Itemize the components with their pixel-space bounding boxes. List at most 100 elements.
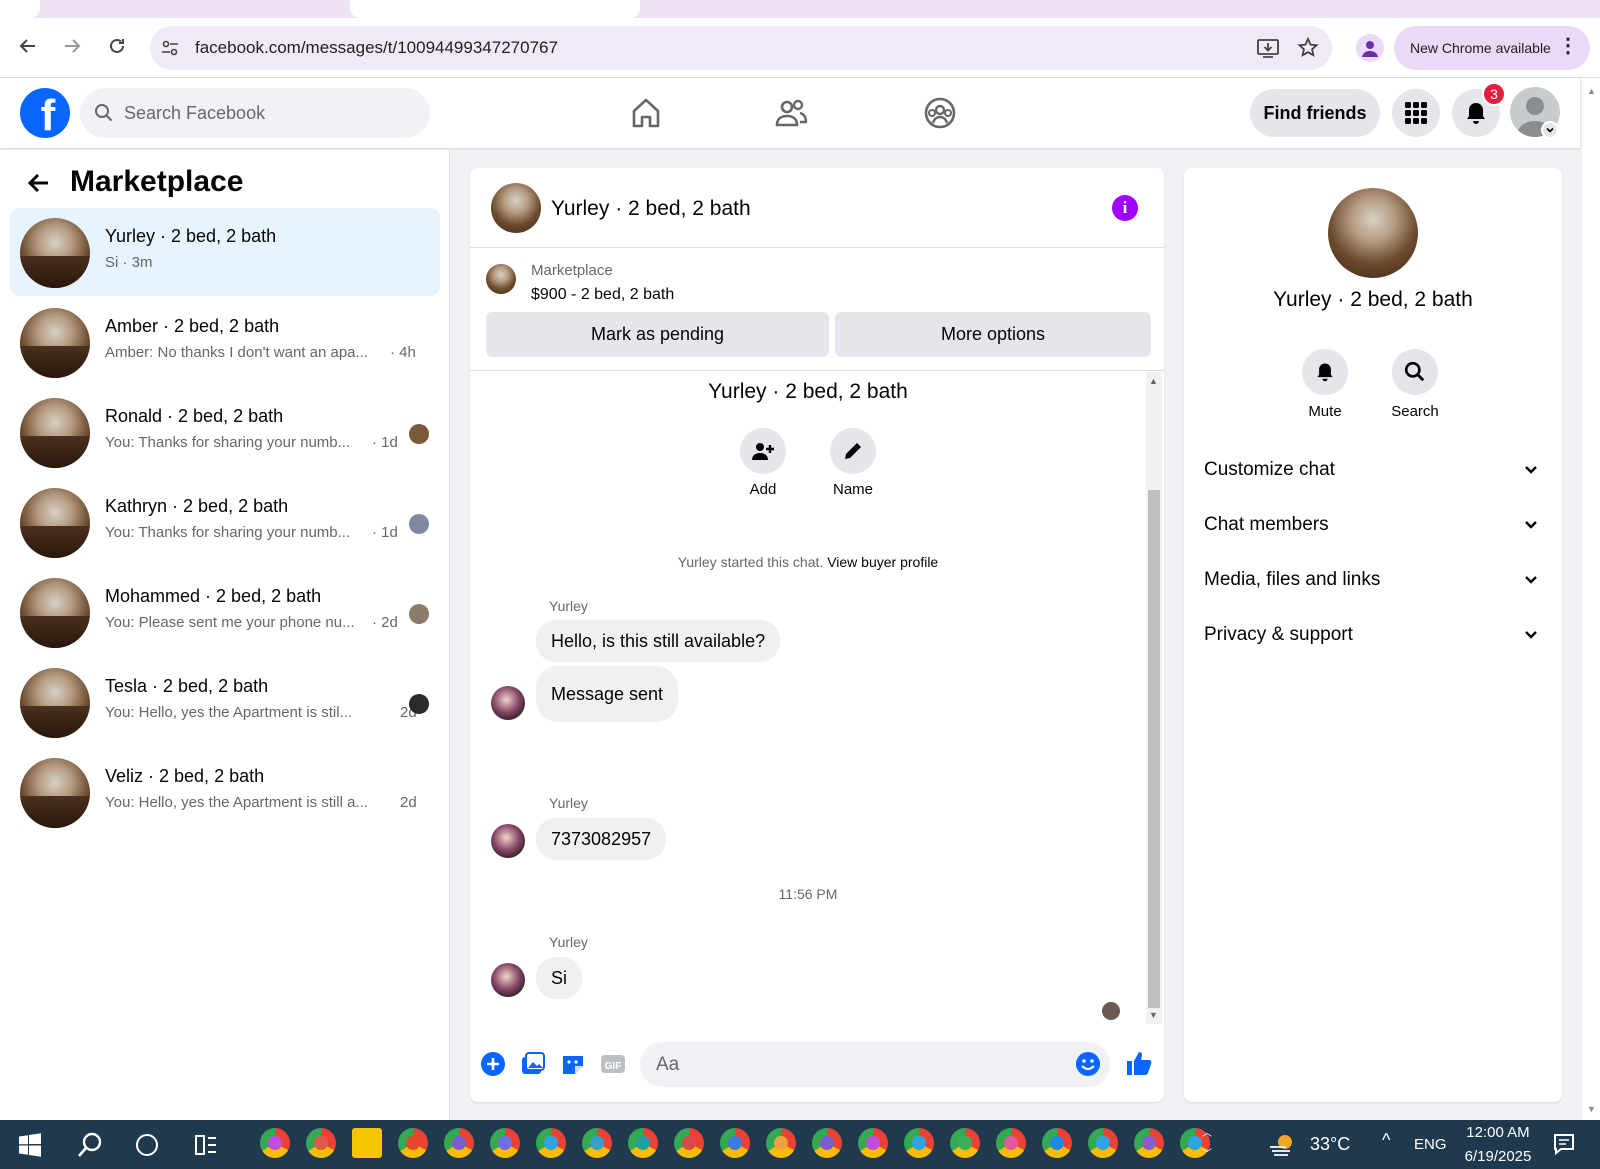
bookmark-star-icon[interactable] [1296,36,1320,65]
back-button[interactable] [10,28,46,64]
plus-icon[interactable] [479,1050,507,1078]
conversation-item[interactable]: Kathryn · 2 bed, 2 bath You: Thanks for s… [10,478,440,566]
taskbar-app-icon[interactable] [1042,1128,1072,1158]
sticker-icon[interactable] [559,1050,587,1078]
more-options-button[interactable]: More options [835,312,1151,357]
mute-button[interactable] [1302,349,1348,395]
facebook-logo[interactable]: f [20,88,70,138]
back-arrow-icon[interactable] [26,170,52,201]
info-icon[interactable]: i [1112,195,1138,221]
taskbar-app-icon[interactable] [1088,1128,1118,1158]
scroll-up-icon[interactable]: ▲ [1587,86,1596,96]
conversation-item[interactable]: Mohammed · 2 bed, 2 bath You: Please sent… [10,568,440,656]
profile-icon[interactable] [1356,34,1384,62]
listing-thumbnail[interactable] [486,264,516,294]
arrow-left-icon [19,39,35,53]
conversation-item[interactable]: Ronald · 2 bed, 2 bath You: Thanks for sh… [10,388,440,476]
media-files-links-section[interactable]: Media, files and links [1204,565,1540,595]
sender-avatar[interactable] [491,824,525,858]
photo-icon[interactable] [519,1050,547,1078]
clock-date[interactable]: 6/19/2025 [1458,1148,1538,1165]
taskbar-app-icon[interactable] [260,1128,290,1158]
taskbar-app-icon[interactable] [766,1128,796,1158]
conversation-item[interactable]: Tesla · 2 bed, 2 bath You: Hello, yes the… [10,658,440,746]
listing-price[interactable]: $900 - 2 bed, 2 bath [531,286,674,304]
message-bubble[interactable]: Hello, is this still available? [536,620,781,662]
language-indicator[interactable]: ENG [1414,1136,1447,1153]
privacy-support-section[interactable]: Privacy & support [1204,620,1540,650]
taskbar-app-icon[interactable] [628,1128,658,1158]
taskbar-app-icon[interactable] [306,1128,336,1158]
cortana-icon[interactable] [136,1134,158,1156]
message-bubble[interactable]: Si [536,957,583,999]
chat-scroll-up-icon[interactable]: ▲ [1149,376,1158,386]
message-input[interactable]: Aa [640,1042,1110,1087]
scroll-down-icon[interactable]: ▼ [1587,1104,1596,1114]
taskbar-app-icon[interactable] [444,1128,474,1158]
sender-avatar[interactable] [491,686,525,720]
new-chrome-available-button[interactable]: New Chrome available ⋮ [1394,26,1590,70]
chat-scrollbar-thumb[interactable] [1148,490,1160,1008]
gif-icon[interactable]: GIF [599,1050,627,1078]
taskbar-app-icon[interactable] [858,1128,888,1158]
chat-members-section[interactable]: Chat members [1204,510,1540,540]
taskbar-app-icon[interactable] [352,1128,382,1158]
thread-name: Yurley · 2 bed, 2 bath [708,380,908,403]
chat-title[interactable]: Yurley · 2 bed, 2 bath [551,197,751,221]
thumbs-up-icon[interactable] [1124,1048,1152,1076]
menu-grid-button[interactable] [1392,89,1440,137]
weather-icon[interactable] [1268,1132,1298,1163]
tab-previous[interactable] [0,0,40,18]
action-center-icon[interactable] [1552,1132,1576,1161]
taskbar-search-icon[interactable] [76,1131,104,1164]
taskbar-scroll-up-icon[interactable]: ︿ [1202,1124,1212,1139]
account-chevron-icon[interactable] [1541,121,1559,139]
facebook-search-input[interactable]: Search Facebook [80,88,430,138]
friends-icon[interactable] [771,93,811,133]
taskbar-app-icon[interactable] [950,1128,980,1158]
taskbar-app-icon[interactable] [398,1128,428,1158]
find-friends-button[interactable]: Find friends [1250,89,1380,137]
chat-avatar[interactable] [491,183,541,233]
conversation-item[interactable]: Amber · 2 bed, 2 bath Amber: No thanks I … [10,298,440,386]
taskbar-scroll-down-icon[interactable]: ﹀ [1202,1145,1212,1160]
taskbar-app-icon[interactable] [904,1128,934,1158]
search-in-chat-button[interactable] [1392,349,1438,395]
forward-button[interactable] [54,28,90,64]
taskbar-app-icon[interactable] [490,1128,520,1158]
chat-scroll-down-icon[interactable]: ▼ [1149,1010,1158,1020]
groups-icon[interactable] [920,93,960,133]
conversation-item[interactable]: Veliz · 2 bed, 2 bath You: Hello, yes the… [10,748,440,836]
customize-chat-section[interactable]: Customize chat [1204,455,1540,485]
task-view-icon[interactable] [194,1133,218,1162]
emoji-icon[interactable] [1074,1050,1102,1078]
home-icon[interactable] [626,93,666,133]
message-bubble[interactable]: 7373082957 [536,818,667,860]
windows-start-icon[interactable] [18,1133,42,1162]
taskbar-app-icon[interactable] [536,1128,566,1158]
taskbar-app-icon[interactable] [582,1128,612,1158]
taskbar-app-icon[interactable] [674,1128,704,1158]
add-people-button[interactable] [740,428,786,474]
conversation-name: Amber · 2 bed, 2 bath [105,316,280,336]
clock-time[interactable]: 12:00 AM [1462,1124,1534,1141]
tab-active[interactable] [350,0,640,18]
site-info-icon[interactable] [160,38,180,63]
view-buyer-profile-link[interactable]: View buyer profile [827,554,938,570]
mark-as-pending-button[interactable]: Mark as pending [486,312,829,357]
reload-button[interactable] [99,28,135,64]
sender-avatar[interactable] [491,963,525,997]
taskbar-app-icon[interactable] [720,1128,750,1158]
edit-name-button[interactable] [830,428,876,474]
weather-temperature[interactable]: 33°C [1310,1134,1350,1155]
conversation-item[interactable]: Yurley · 2 bed, 2 bath Si · 3m [10,208,440,296]
taskbar-app-icon[interactable] [996,1128,1026,1158]
tray-chevron-icon[interactable]: ^ [1382,1130,1390,1151]
page-scrollbar[interactable]: ▲ ▼ [1582,78,1600,1120]
message-sent-bubble[interactable]: Message sent [536,666,679,722]
profile-avatar[interactable] [1328,188,1418,278]
url-text[interactable]: facebook.com/messages/t/1009449934727076… [195,38,558,58]
taskbar-app-icon[interactable] [812,1128,842,1158]
taskbar-app-icon[interactable] [1134,1128,1164,1158]
install-app-icon[interactable] [1256,36,1280,65]
